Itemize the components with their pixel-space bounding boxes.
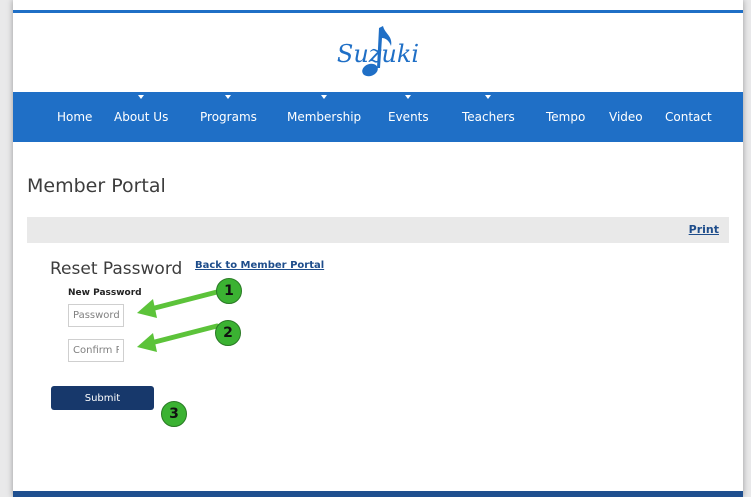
nav-label: Events bbox=[388, 110, 429, 124]
reset-password-heading: Reset Password bbox=[50, 259, 183, 279]
browser-frame: Suzuki Home About Us Programs Membership… bbox=[13, 0, 743, 497]
nav-label: Video bbox=[609, 110, 643, 124]
nav-item-about-us[interactable]: About Us bbox=[114, 92, 168, 142]
dropdown-caret-icon bbox=[405, 95, 412, 99]
nav-item-home[interactable]: Home bbox=[57, 92, 92, 142]
nav-label: Teachers bbox=[462, 110, 515, 124]
nav-label: Membership bbox=[287, 110, 362, 124]
new-password-label: New Password bbox=[68, 288, 142, 298]
back-to-member-portal-link[interactable]: Back to Member Portal bbox=[195, 260, 324, 271]
step-badge-3: 3 bbox=[161, 401, 187, 427]
nav-label: Home bbox=[57, 110, 93, 124]
annotation-arrow-2-icon bbox=[137, 323, 220, 352]
nav-item-contact[interactable]: Contact bbox=[665, 92, 712, 142]
annotation-arrow-1-icon bbox=[137, 289, 220, 318]
dropdown-caret-icon bbox=[485, 95, 492, 99]
print-link[interactable]: Print bbox=[689, 223, 719, 236]
nav-label: Tempo bbox=[546, 110, 586, 124]
main-nav: Home About Us Programs Membership Events… bbox=[13, 92, 743, 142]
footer-bar bbox=[13, 491, 743, 497]
dropdown-caret-icon bbox=[225, 95, 232, 99]
nav-label: About Us bbox=[114, 110, 169, 124]
confirm-password-input[interactable] bbox=[68, 339, 124, 362]
svg-text:Suzuki: Suzuki bbox=[337, 40, 419, 68]
header-top-line bbox=[13, 10, 743, 13]
submit-button[interactable]: Submit bbox=[51, 386, 154, 410]
nav-item-programs[interactable]: Programs bbox=[200, 92, 257, 142]
nav-item-teachers[interactable]: Teachers bbox=[462, 92, 515, 142]
nav-label: Programs bbox=[200, 110, 257, 124]
nav-item-events[interactable]: Events bbox=[388, 92, 429, 142]
new-password-input[interactable] bbox=[68, 304, 124, 327]
site-logo[interactable]: Suzuki bbox=[13, 14, 743, 91]
dropdown-caret-icon bbox=[321, 95, 328, 99]
nav-item-tempo[interactable]: Tempo bbox=[546, 92, 585, 142]
step-badge-2: 2 bbox=[215, 320, 241, 346]
dropdown-caret-icon bbox=[138, 95, 145, 99]
nav-item-video[interactable]: Video bbox=[609, 92, 643, 142]
suzuki-logo-icon: Suzuki bbox=[337, 25, 419, 76]
nav-label: Contact bbox=[665, 110, 712, 124]
page-title: Member Portal bbox=[27, 175, 166, 197]
print-toolbar: Print bbox=[27, 217, 729, 243]
nav-item-membership[interactable]: Membership bbox=[287, 92, 361, 142]
step-badge-1: 1 bbox=[216, 278, 242, 304]
